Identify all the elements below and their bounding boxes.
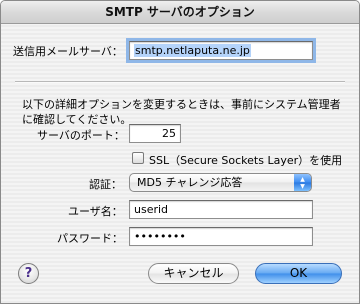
- ssl-checkbox[interactable]: [132, 152, 144, 164]
- server-value: smtp.netlaputa.ne.jp: [134, 44, 251, 57]
- username-field[interactable]: userid: [129, 200, 313, 219]
- up-down-arrows-icon: ▲ ▼: [294, 174, 311, 191]
- ok-button[interactable]: OK: [255, 263, 342, 284]
- port-value: 25: [162, 127, 176, 140]
- port-label: サーバのポート：: [37, 129, 125, 142]
- server-field[interactable]: smtp.netlaputa.ne.jp: [129, 41, 313, 60]
- port-field[interactable]: 25: [129, 124, 181, 143]
- auth-popup[interactable]: MD5 チャレンジ応答 ▲ ▼: [129, 173, 312, 192]
- smtp-options-dialog: SMTP サーバのオプション 送信用メールサーバ： smtp.netlaputa…: [0, 0, 360, 304]
- server-label: 送信用メールサーバ：: [13, 45, 123, 58]
- cancel-button[interactable]: キャンセル: [148, 263, 239, 284]
- ssl-label: SSL（Secure Sockets Layer）を使用: [149, 154, 343, 167]
- auth-label: 認証：: [89, 178, 122, 191]
- auth-selected: MD5 チャレンジ応答: [137, 176, 243, 189]
- dialog-title: SMTP サーバのオプション: [1, 1, 359, 24]
- details-notice: 以下の詳細オプションを変更するときは、事前にシステム管理者に確認してください。: [22, 98, 341, 126]
- password-label: パスワード：: [57, 232, 123, 245]
- help-icon[interactable]: ?: [18, 263, 39, 284]
- password-value: ••••••••: [134, 230, 186, 243]
- password-field[interactable]: ••••••••: [129, 227, 313, 246]
- separator: [15, 81, 345, 83]
- username-value: userid: [134, 203, 169, 216]
- username-label: ユーザ名：: [68, 205, 123, 218]
